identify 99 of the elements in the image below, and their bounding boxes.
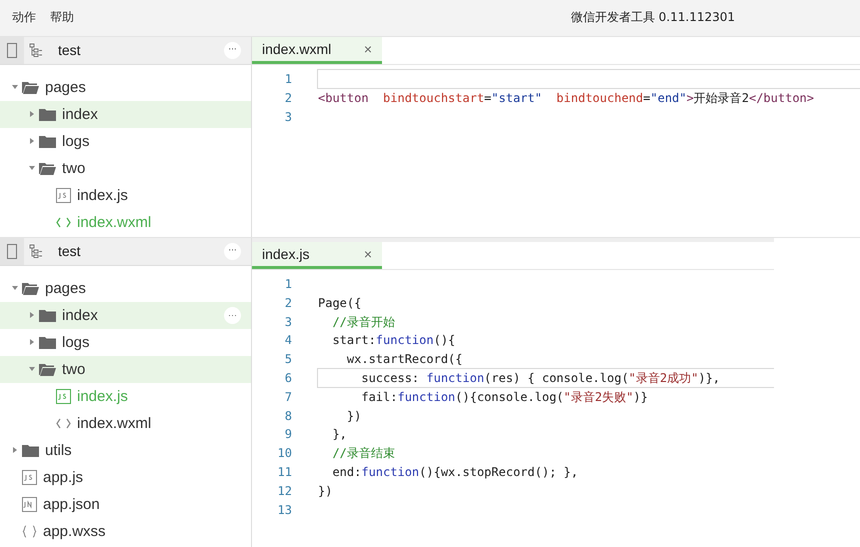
- tree-item[interactable]: index ···: [0, 302, 251, 329]
- tree-item-label: index.wxml: [77, 414, 152, 432]
- open-folder-icon: [22, 80, 39, 94]
- code-line: <button bindtouchstart="start" bindtouchend="end">开始录音2</button>: [317, 90, 815, 108]
- menu-item[interactable]: 帮助: [50, 9, 74, 26]
- tree-item-label: two: [62, 360, 86, 378]
- tree-item[interactable]: app.wxss: [0, 518, 251, 545]
- caret-right-icon: [12, 447, 18, 454]
- phone-icon[interactable]: [7, 42, 17, 58]
- caret-right-icon: [29, 138, 35, 144]
- more-button[interactable]: ···: [224, 42, 241, 59]
- curly-braces-icon: [22, 524, 37, 538]
- line-number: 1: [284, 72, 292, 86]
- caret-down-icon: [29, 165, 35, 172]
- project-name: test: [58, 243, 81, 260]
- code-brackets-icon: [56, 216, 71, 228]
- close-button[interactable]: ×: [364, 40, 372, 57]
- tree-item[interactable]: index.js: [0, 182, 251, 209]
- tree-item-label: app.json: [43, 496, 100, 513]
- phone-icon[interactable]: [7, 244, 17, 259]
- tree-item-label: index.js: [77, 186, 128, 204]
- line-number: 11: [276, 464, 292, 479]
- code-line: fail:function(){console.log("录音2失败")}: [360, 388, 649, 406]
- tree-item[interactable]: app.json: [0, 490, 251, 518]
- tree-item-label: logs: [62, 334, 90, 351]
- line-number: 12: [276, 484, 292, 498]
- caret-down-icon: [12, 84, 18, 90]
- tree-item[interactable]: logs: [0, 328, 251, 356]
- code-brackets-icon: [56, 418, 71, 429]
- file-badge-icon: [56, 188, 71, 203]
- open-folder-icon: [22, 282, 39, 295]
- menu-item[interactable]: 动作: [12, 9, 36, 26]
- folder-icon: [39, 134, 56, 148]
- line-number: 2: [284, 296, 292, 310]
- line-number: 3: [284, 110, 292, 124]
- tree-item-label: index: [62, 106, 98, 123]
- tree-item-label: app.wxss: [43, 522, 106, 540]
- tree-item[interactable]: pages: [0, 274, 251, 302]
- tree-item-label: pages: [45, 78, 86, 96]
- tree-item-label: app.js: [43, 468, 84, 486]
- more-button[interactable]: ···: [224, 306, 241, 324]
- line-number: 13: [276, 502, 292, 517]
- line-number: 1: [284, 276, 292, 291]
- tree-item-label: index.wxml: [77, 214, 152, 231]
- tree-item-label: index.js: [77, 388, 128, 405]
- file-badge-icon: [22, 496, 37, 512]
- code-line: end:function(){wx.stopRecord(); },: [331, 464, 580, 481]
- tree-item[interactable]: utils: [0, 436, 251, 464]
- hierarchy-icon[interactable]: [29, 244, 43, 258]
- caret-down-icon: [29, 366, 35, 372]
- open-folder-icon: [39, 362, 56, 376]
- line-number: 7: [284, 390, 292, 404]
- line-number: 3: [284, 314, 292, 329]
- tree-item-label: index: [62, 306, 98, 324]
- close-button[interactable]: ×: [364, 246, 372, 262]
- code-line: //录音结束: [331, 445, 396, 462]
- tree-item[interactable]: index.wxml: [0, 410, 251, 437]
- code-line: }): [346, 408, 362, 425]
- line-number: 2: [284, 91, 292, 106]
- tree-item-label: logs: [62, 132, 90, 150]
- editor-tab[interactable]: index.wxml ×: [252, 36, 382, 64]
- line-number: 4: [284, 333, 292, 348]
- editor-tab[interactable]: index.js ×: [252, 242, 382, 269]
- tree-item-label: utils: [45, 442, 72, 459]
- tree-item-label: two: [62, 160, 86, 177]
- open-folder-icon: [39, 162, 56, 175]
- tree-item[interactable]: two: [0, 356, 251, 383]
- line-number: 8: [284, 408, 292, 423]
- tree-item-label: pages: [45, 280, 86, 297]
- caret-right-icon: [29, 339, 35, 346]
- tree-item[interactable]: index: [0, 100, 251, 128]
- more-button[interactable]: ···: [224, 242, 241, 260]
- folder-icon: [39, 108, 56, 121]
- tree-item[interactable]: two: [0, 154, 251, 182]
- folder-icon: [39, 336, 56, 349]
- project-name: test: [58, 42, 81, 58]
- line-number: 10: [276, 446, 292, 460]
- line-number: 9: [284, 427, 292, 442]
- code-line: Page({: [317, 294, 362, 312]
- app-title: 微信开发者工具 0.11.112301: [570, 9, 735, 26]
- code-line: success: function(res) { console.log("录音2成功")},: [317, 368, 774, 388]
- file-badge-icon: [22, 470, 37, 485]
- tree-item[interactable]: logs: [0, 128, 251, 155]
- folder-icon: [22, 444, 39, 457]
- tree-item[interactable]: pages: [0, 74, 251, 101]
- line-number: 6: [284, 370, 292, 385]
- folder-icon: [39, 308, 56, 322]
- hierarchy-icon[interactable]: [29, 43, 43, 58]
- file-badge-icon: [56, 388, 71, 404]
- code-line: },: [331, 426, 348, 444]
- code-line: wx.startRecord({: [346, 351, 464, 368]
- code-line: start:function(){: [331, 332, 456, 350]
- code-line: //录音开始: [331, 314, 396, 331]
- caret-down-icon: [12, 285, 18, 292]
- code-line: }): [317, 482, 334, 500]
- tree-item[interactable]: app.js: [0, 464, 251, 491]
- caret-right-icon: [29, 111, 35, 118]
- line-number: 5: [284, 352, 292, 366]
- caret-right-icon: [29, 312, 35, 318]
